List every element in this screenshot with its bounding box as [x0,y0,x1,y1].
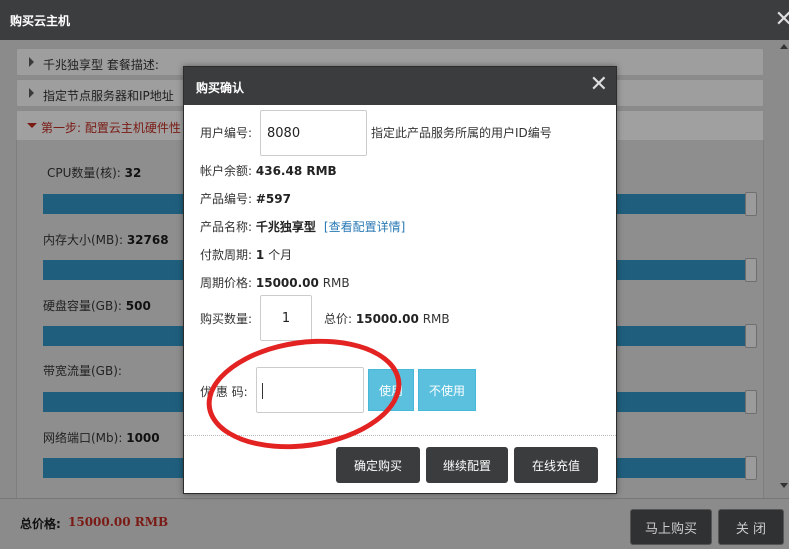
product-no-row: 产品编号: #597 [200,192,291,206]
section-label: 指定节点服务器和IP地址 [43,89,174,103]
dialog-close-icon[interactable]: ✕ [590,73,608,97]
caret-right-icon [29,57,34,67]
skip-coupon-button[interactable]: 不使用 [418,369,476,411]
section-label: 第一步: 配置云主机硬件性 [41,121,181,135]
total-price-label: 总价格: [20,517,61,531]
quantity-input[interactable]: 1 [260,295,312,341]
scroll-up-icon[interactable] [780,44,788,49]
dialog-header: 购买确认 ✕ [184,67,616,105]
window-header: 购买云主机 ✕ [0,0,789,40]
cpu-label: CPU数量(核): 32 [47,166,142,180]
user-id-label: 用户编号: [200,126,253,140]
slider-handle[interactable] [745,324,757,348]
user-id-input[interactable]: 8080 [260,110,367,156]
port-label: 网络端口(Mb): 1000 [43,431,160,445]
close-button[interactable]: 关 闭 [718,509,784,545]
user-id-hint: 指定此产品服务所属的用户ID编号 [371,126,552,140]
buy-now-button[interactable]: 马上购买 [630,509,712,545]
scroll-down-icon[interactable] [780,483,788,488]
total-price-value: 15000.00 RMB [68,515,169,529]
window-close-icon[interactable]: ✕ [775,8,789,32]
balance-row: 帐户余额: 436.48 RMB [200,164,337,178]
quantity-label: 购买数量: [200,312,253,326]
slider-handle[interactable] [745,456,757,480]
window-footer: 总价格: 15000.00 RMB 马上购买 关 闭 [0,498,789,549]
slider-handle[interactable] [745,390,757,414]
dialog-title: 购买确认 [196,81,245,95]
memory-label: 内存大小(MB): 32768 [43,233,169,247]
order-total-row: 总价: 15000.00 RMB [324,312,450,326]
slider-handle[interactable] [745,192,757,216]
bandwidth-label: 带宽流量(GB): [43,364,122,378]
slider-handle[interactable] [745,258,757,282]
view-config-detail-link[interactable]: [查看配置详情] [324,220,405,234]
product-name-row: 产品名称: 千兆独享型 [查看配置详情] [200,220,406,234]
caret-down-icon [27,123,37,128]
window-title: 购买云主机 [10,14,71,28]
online-recharge-button[interactable]: 在线充值 [514,447,598,483]
period-row: 付款周期: 1 个月 [200,248,293,262]
section-label: 千兆独享型 套餐描述: [43,58,159,72]
period-price-row: 周期价格: 15000.00 RMB [200,276,350,290]
confirm-purchase-button[interactable]: 确定购买 [336,447,420,483]
continue-config-button[interactable]: 继续配置 [426,447,508,483]
disk-label: 硬盘容量(GB): 500 [43,299,151,313]
caret-right-icon [29,88,34,98]
